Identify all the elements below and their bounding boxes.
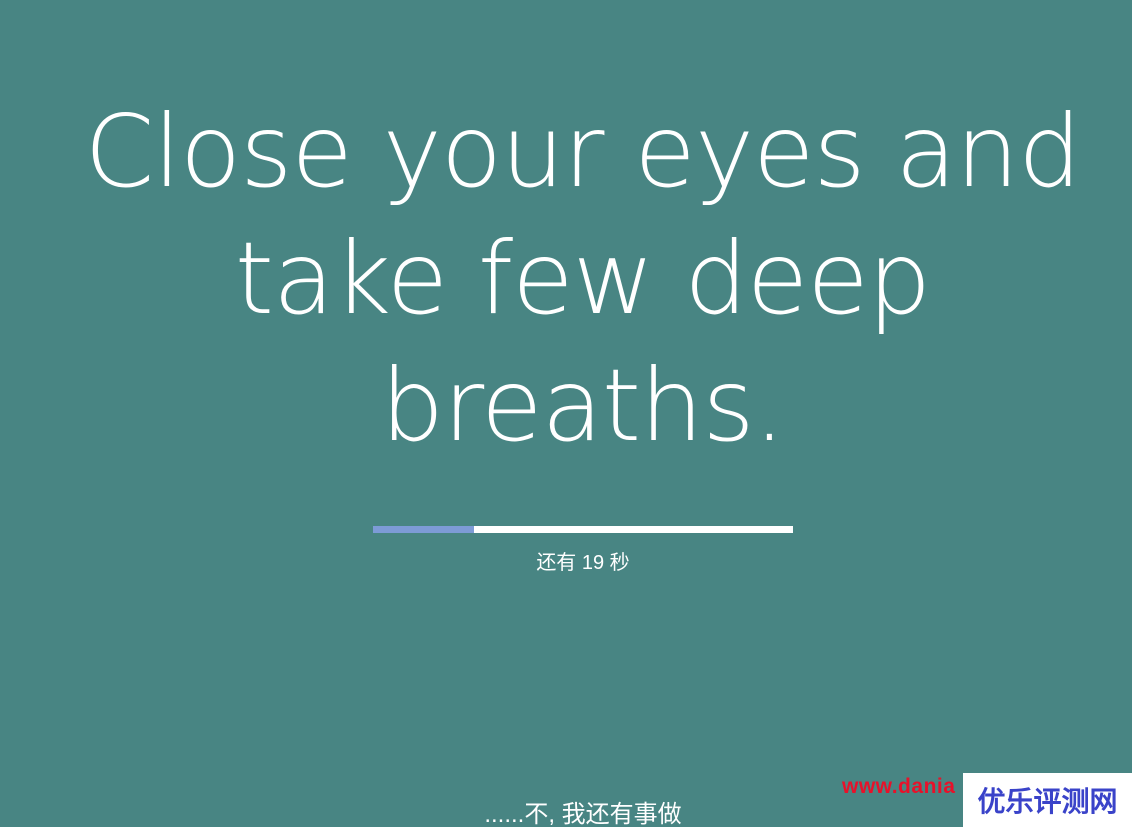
break-screen: Close your eyes and take few deep breath… (0, 0, 1132, 827)
break-progress-bar (373, 526, 793, 533)
countdown-text: 还有 19 秒 (536, 552, 630, 574)
watermark-url: www.dania (842, 775, 956, 798)
skip-break-link[interactable]: ......不, 我还有事做 (383, 794, 783, 827)
break-message: Close your eyes and take few deep breath… (60, 88, 1105, 469)
watermark-badge: 优乐评测网 (963, 773, 1132, 827)
break-message-line-3: breaths. (380, 347, 786, 464)
break-progress-fill (373, 526, 474, 533)
break-message-line-1: Close your eyes and (84, 93, 1081, 210)
break-message-line-2: take few deep (234, 220, 931, 337)
